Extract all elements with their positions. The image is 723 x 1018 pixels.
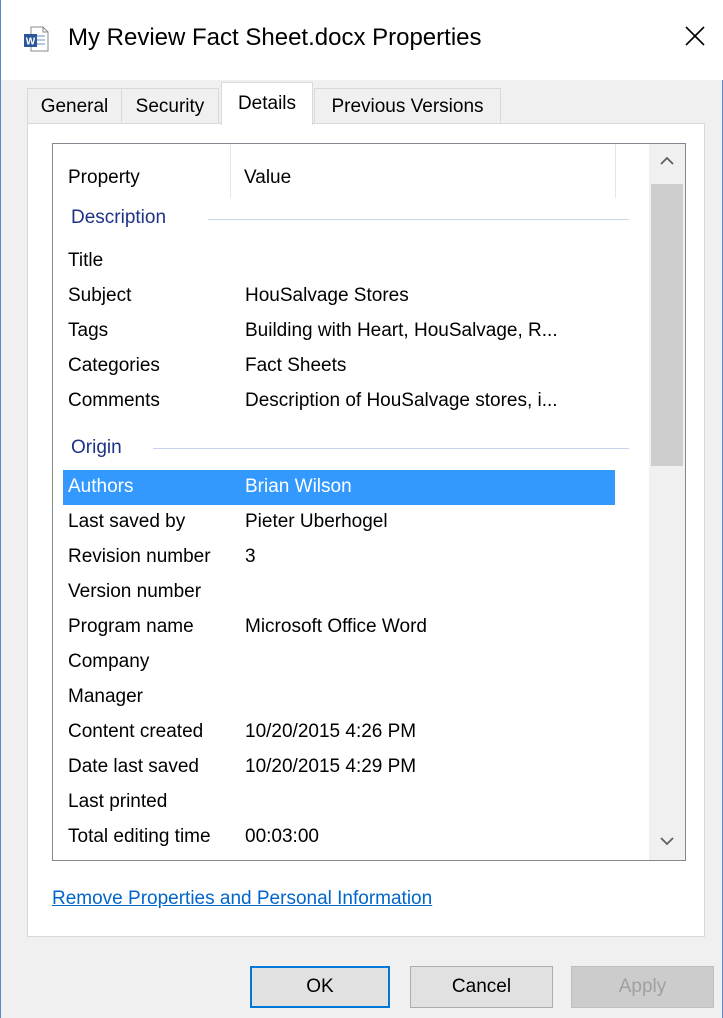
tab-previous-versions[interactable]: Previous Versions	[314, 88, 501, 124]
list-header: Property Value	[53, 144, 616, 212]
property-row-content-created[interactable]: Content created 10/20/2015 4:26 PM	[63, 715, 615, 750]
apply-button[interactable]: Apply	[571, 966, 714, 1008]
properties-list[interactable]: Property Value Description Title Subject…	[52, 143, 686, 861]
remove-properties-link[interactable]: Remove Properties and Personal Informati…	[52, 888, 432, 910]
scroll-down-button[interactable]	[649, 824, 685, 860]
property-row-revision-number[interactable]: Revision number 3	[63, 540, 615, 575]
property-row-tags[interactable]: Tags Building with Heart, HouSalvage, R.…	[63, 314, 615, 349]
property-row-authors[interactable]: Authors Brian Wilson	[63, 470, 615, 505]
word-document-icon: W	[23, 26, 49, 52]
column-separator[interactable]	[615, 144, 616, 198]
column-header-property[interactable]: Property	[68, 144, 228, 212]
property-row-version-number[interactable]: Version number	[63, 575, 615, 610]
chevron-down-icon	[660, 833, 674, 851]
close-button[interactable]	[673, 16, 717, 60]
group-header-origin: Origin	[71, 437, 122, 458]
group-header-description: Description	[71, 207, 167, 228]
property-row-last-saved-by[interactable]: Last saved by Pieter Uberhogel	[63, 505, 615, 540]
tab-label: Previous Versions	[331, 95, 484, 117]
column-separator[interactable]	[230, 144, 231, 198]
property-row-comments[interactable]: Comments Description of HouSalvage store…	[63, 384, 615, 419]
tab-security[interactable]: Security	[121, 88, 219, 124]
tab-label: Details	[237, 93, 297, 114]
tab-label: Security	[135, 95, 205, 117]
group-divider	[153, 448, 629, 449]
property-row-last-printed[interactable]: Last printed	[63, 785, 615, 820]
title-bar[interactable]: W My Review Fact Sheet.docx Properties	[1, 0, 723, 80]
group-divider	[208, 219, 629, 220]
svg-text:W: W	[26, 37, 36, 48]
property-row-program-name[interactable]: Program name Microsoft Office Word	[63, 610, 615, 645]
ok-button[interactable]: OK	[250, 966, 390, 1008]
cancel-button[interactable]: Cancel	[410, 966, 553, 1008]
property-row-subject[interactable]: Subject HouSalvage Stores	[63, 279, 615, 314]
property-row-title[interactable]: Title	[63, 244, 615, 279]
tab-label: General	[40, 95, 109, 117]
properties-dialog: W My Review Fact Sheet.docx Properties G…	[0, 0, 723, 1018]
scroll-thumb[interactable]	[651, 184, 683, 466]
window-title: My Review Fact Sheet.docx Properties	[68, 24, 482, 51]
property-row-date-last-saved[interactable]: Date last saved 10/20/2015 4:29 PM	[63, 750, 615, 785]
scroll-up-button[interactable]	[649, 144, 685, 180]
close-icon	[684, 25, 706, 52]
tab-details[interactable]: Details	[221, 82, 313, 125]
chevron-up-icon	[660, 153, 674, 171]
property-row-manager[interactable]: Manager	[63, 680, 615, 715]
property-row-categories[interactable]: Categories Fact Sheets	[63, 349, 615, 384]
property-row-company[interactable]: Company	[63, 645, 615, 680]
tab-general[interactable]: General	[27, 88, 122, 124]
vertical-scrollbar[interactable]	[649, 144, 685, 860]
column-header-value[interactable]: Value	[244, 144, 604, 212]
property-row-total-editing-time[interactable]: Total editing time 00:03:00	[63, 820, 615, 855]
